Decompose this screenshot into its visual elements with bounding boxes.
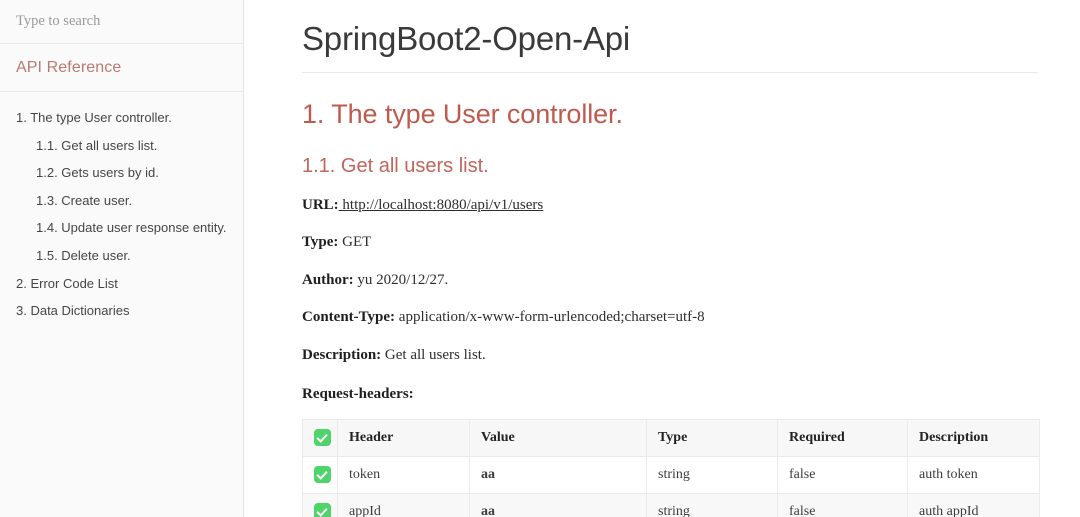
cell-required: false bbox=[777, 493, 908, 517]
cell-type: string bbox=[646, 456, 778, 494]
sidebar-item-update-user[interactable]: 1.4. Update user response entity. bbox=[0, 214, 243, 242]
request-headers-table: Header Value Type Required Description t… bbox=[302, 418, 1040, 517]
table-row: token aa string false auth token bbox=[302, 456, 1040, 494]
column-header-required: Required bbox=[777, 419, 908, 457]
app-root: API Reference 1. The type User controlle… bbox=[0, 0, 1080, 517]
field-author-value: yu 2020/12/27. bbox=[357, 271, 449, 288]
field-type-label: Type: bbox=[302, 234, 339, 251]
field-content-type: Content-Type: application/x-www-form-url… bbox=[302, 308, 1038, 328]
sidebar-item-create-user[interactable]: 1.3. Create user. bbox=[0, 187, 243, 215]
sidebar-item-get-users-by-id[interactable]: 1.2. Gets users by id. bbox=[0, 159, 243, 187]
page-title: SpringBoot2-Open-Api bbox=[302, 20, 1038, 73]
sidebar-item-data-dictionaries[interactable]: 3. Data Dictionaries bbox=[0, 297, 243, 325]
column-header-type: Type bbox=[646, 419, 778, 457]
sidebar-item-label: 1. The type User controller. bbox=[16, 110, 172, 125]
main-content: SpringBoot2-Open-Api 1. The type User co… bbox=[244, 0, 1080, 517]
sidebar-item-error-code-list[interactable]: 2. Error Code List bbox=[0, 270, 243, 298]
api-reference-header: API Reference bbox=[0, 44, 243, 92]
field-content-type-label: Content-Type: bbox=[302, 309, 396, 326]
sidebar-item-label: 1.4. Update user response entity. bbox=[36, 220, 227, 236]
field-url: URL: http://localhost:8080/api/v1/users bbox=[302, 196, 1038, 216]
sidebar: API Reference 1. The type User controlle… bbox=[0, 0, 244, 517]
table-head: Header Value Type Required Description bbox=[302, 419, 1040, 457]
sidebar-item-label: 1.2. Gets users by id. bbox=[36, 165, 159, 181]
sidebar-item-get-all-users[interactable]: 1.1. Get all users list. bbox=[0, 132, 243, 160]
column-header-header: Header bbox=[337, 419, 470, 457]
column-header-description: Description bbox=[907, 419, 1040, 457]
checkbox-checked-icon[interactable] bbox=[314, 429, 331, 447]
cell-header: appId bbox=[337, 493, 470, 517]
sidebar-item-user-controller[interactable]: 1. The type User controller. bbox=[0, 104, 243, 132]
sidebar-item-label: 3. Data Dictionaries bbox=[16, 303, 130, 319]
cell-value: aa bbox=[469, 456, 647, 494]
sidebar-nav: 1. The type User controller. 1.1. Get al… bbox=[0, 92, 243, 517]
field-url-value[interactable]: http://localhost:8080/api/v1/users bbox=[339, 197, 543, 213]
field-request-headers-label: Request-headers: bbox=[302, 385, 1038, 405]
checkbox-checked-icon[interactable] bbox=[314, 466, 331, 484]
search-row bbox=[0, 0, 243, 44]
cell-description: auth token bbox=[907, 456, 1040, 494]
field-url-label: URL: bbox=[302, 196, 339, 213]
field-type-value: GET bbox=[342, 234, 372, 251]
column-header-value: Value bbox=[469, 419, 647, 457]
checkbox-checked-icon[interactable] bbox=[314, 503, 331, 517]
sidebar-item-delete-user[interactable]: 1.5. Delete user. bbox=[0, 242, 243, 270]
cell-header: token bbox=[337, 456, 470, 494]
field-description: Description: Get all users list. bbox=[302, 346, 1038, 366]
field-content-type-value: application/x-www-form-urlencoded;charse… bbox=[398, 309, 705, 326]
select-all-cell bbox=[302, 419, 338, 457]
request-headers-label: Request-headers: bbox=[302, 386, 414, 403]
cell-description: auth appId bbox=[907, 493, 1040, 517]
sidebar-item-label: 1.1. Get all users list. bbox=[36, 137, 158, 153]
sidebar-item-label: 1.3. Create user. bbox=[36, 192, 133, 208]
table-row: appId aa string false auth appId bbox=[302, 493, 1040, 517]
field-author: Author: yu 2020/12/27. bbox=[302, 271, 1038, 291]
search-input[interactable] bbox=[16, 13, 227, 30]
field-author-label: Author: bbox=[302, 271, 354, 288]
field-description-value: Get all users list. bbox=[384, 346, 486, 363]
table-body: token aa string false auth token appId a… bbox=[302, 456, 1040, 517]
api-reference-title: API Reference bbox=[16, 58, 122, 76]
field-description-label: Description: bbox=[302, 346, 382, 363]
cell-type: string bbox=[646, 493, 778, 517]
subsection-heading: 1.1. Get all users list. bbox=[302, 154, 489, 177]
sidebar-item-label: 1.5. Delete user. bbox=[36, 247, 131, 263]
sidebar-item-label: 2. Error Code List bbox=[16, 275, 118, 291]
row-select-cell bbox=[302, 493, 338, 517]
field-type: Type: GET bbox=[302, 233, 1038, 253]
section-heading: 1. The type User controller. bbox=[302, 98, 623, 129]
table-header-row: Header Value Type Required Description bbox=[302, 419, 1040, 457]
request-headers-table-wrapper: Header Value Type Required Description t… bbox=[302, 418, 1040, 517]
row-select-cell bbox=[302, 456, 338, 494]
cell-value: aa bbox=[469, 493, 647, 517]
cell-required: false bbox=[777, 456, 908, 494]
